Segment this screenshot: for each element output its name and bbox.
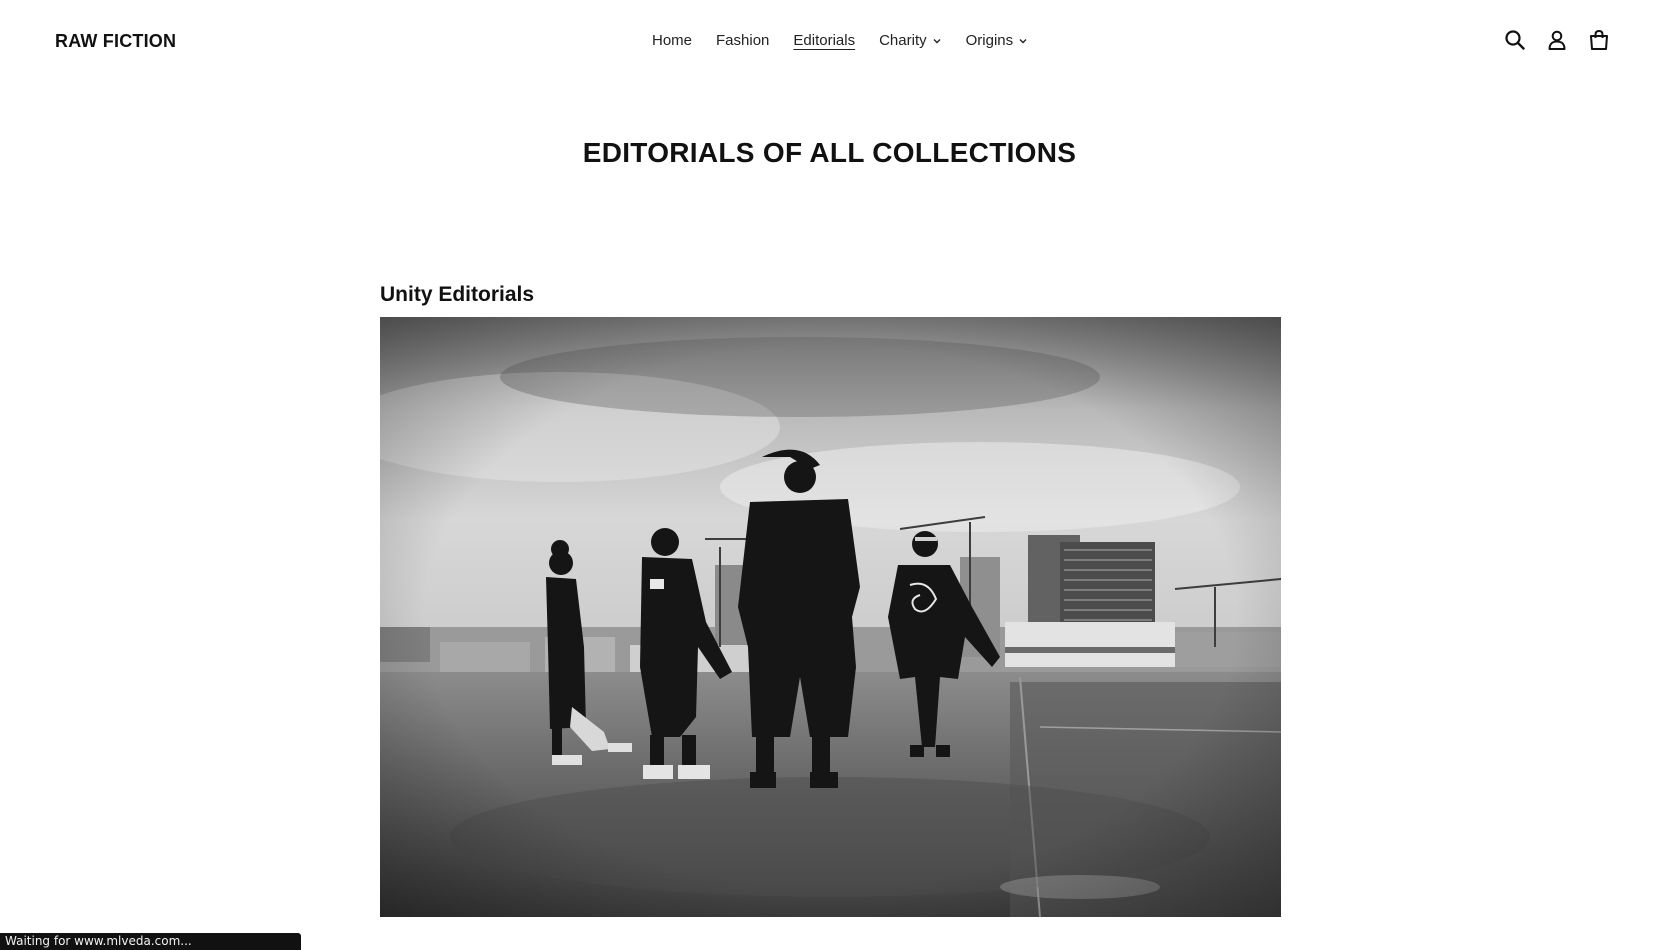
nav-item-charity[interactable]: Charity bbox=[879, 32, 942, 49]
nav-label: Charity bbox=[879, 32, 927, 49]
site-logo[interactable]: RAW FICTION bbox=[55, 31, 176, 52]
nav-label: Fashion bbox=[716, 32, 770, 49]
page-title: EDITORIALS OF ALL COLLECTIONS bbox=[582, 137, 1077, 168]
search-button[interactable] bbox=[1503, 28, 1527, 52]
nav-label: Origins bbox=[965, 32, 1014, 49]
header-icons bbox=[1503, 28, 1611, 52]
cart-icon bbox=[1590, 29, 1608, 50]
cart-button[interactable] bbox=[1587, 28, 1611, 52]
site-header: RAW FICTION Home Fashion Editorials Char… bbox=[0, 0, 1659, 84]
nav-label: Home bbox=[652, 32, 693, 49]
nav-item-editorials[interactable]: Editorials bbox=[793, 32, 855, 49]
nav-label: Editorials bbox=[793, 32, 856, 49]
chevron-down-icon bbox=[933, 39, 941, 44]
chevron-down-icon bbox=[1019, 39, 1027, 44]
nav-item-home[interactable]: Home bbox=[652, 32, 692, 49]
account-icon bbox=[1548, 30, 1566, 50]
nav-item-fashion[interactable]: Fashion bbox=[716, 32, 769, 49]
browser-status-bar: Waiting for www.mlveda.com... bbox=[0, 933, 301, 950]
account-button[interactable] bbox=[1545, 28, 1569, 52]
nav-item-origins[interactable]: Origins bbox=[966, 32, 1029, 49]
editorial-image[interactable] bbox=[380, 317, 1281, 917]
main-nav: Home Fashion Editorials Charity Origins bbox=[652, 32, 1028, 49]
editorial-photo-graphic bbox=[380, 317, 1281, 917]
search-icon bbox=[1505, 30, 1525, 50]
section-title[interactable]: Unity Editorials bbox=[380, 283, 534, 307]
page: RAW FICTION Home Fashion Editorials Char… bbox=[0, 0, 1659, 950]
